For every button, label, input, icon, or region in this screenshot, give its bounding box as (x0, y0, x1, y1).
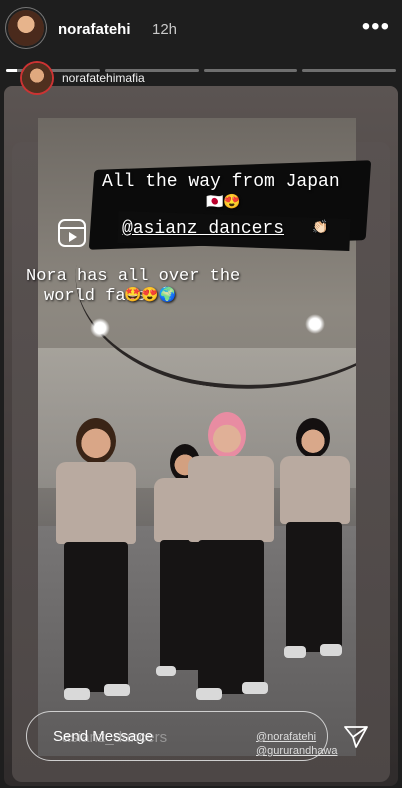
send-message-placeholder: Send Message (53, 728, 154, 745)
story-text-japan: All the way from Japan (102, 172, 340, 192)
story-emoji-flags: 🇯🇵😍 (206, 195, 241, 211)
story-emoji-fans: 🤩😍🌍 (124, 288, 177, 304)
tag-norafatehi[interactable]: @norafatehi (256, 730, 338, 744)
reels-icon (58, 219, 86, 247)
story-username[interactable]: norafatehi (58, 21, 131, 38)
more-horizontal-icon[interactable]: ••• (362, 15, 390, 39)
paper-plane-icon[interactable] (343, 724, 369, 750)
ceiling-light (305, 314, 325, 334)
tag-gururandhawa[interactable]: @gururandhawa (256, 744, 338, 758)
clap-emoji: 👏🏻 (312, 220, 329, 235)
story-text-fans: Nora has all over the (26, 267, 241, 286)
story-header: norafatehi 12h ••• (0, 0, 402, 64)
mention-sticker[interactable]: @asianz_dancers (122, 219, 284, 239)
progress-segment (302, 69, 396, 72)
shared-username[interactable]: norafatehimafia (62, 71, 145, 85)
ceiling-light (90, 318, 110, 338)
shared-user-avatar[interactable] (22, 63, 52, 93)
profile-avatar[interactable] (8, 10, 44, 46)
tagged-users: @norafatehi @gururandhawa (256, 730, 338, 758)
progress-segment (203, 69, 298, 72)
story-time: 12h (152, 21, 178, 38)
